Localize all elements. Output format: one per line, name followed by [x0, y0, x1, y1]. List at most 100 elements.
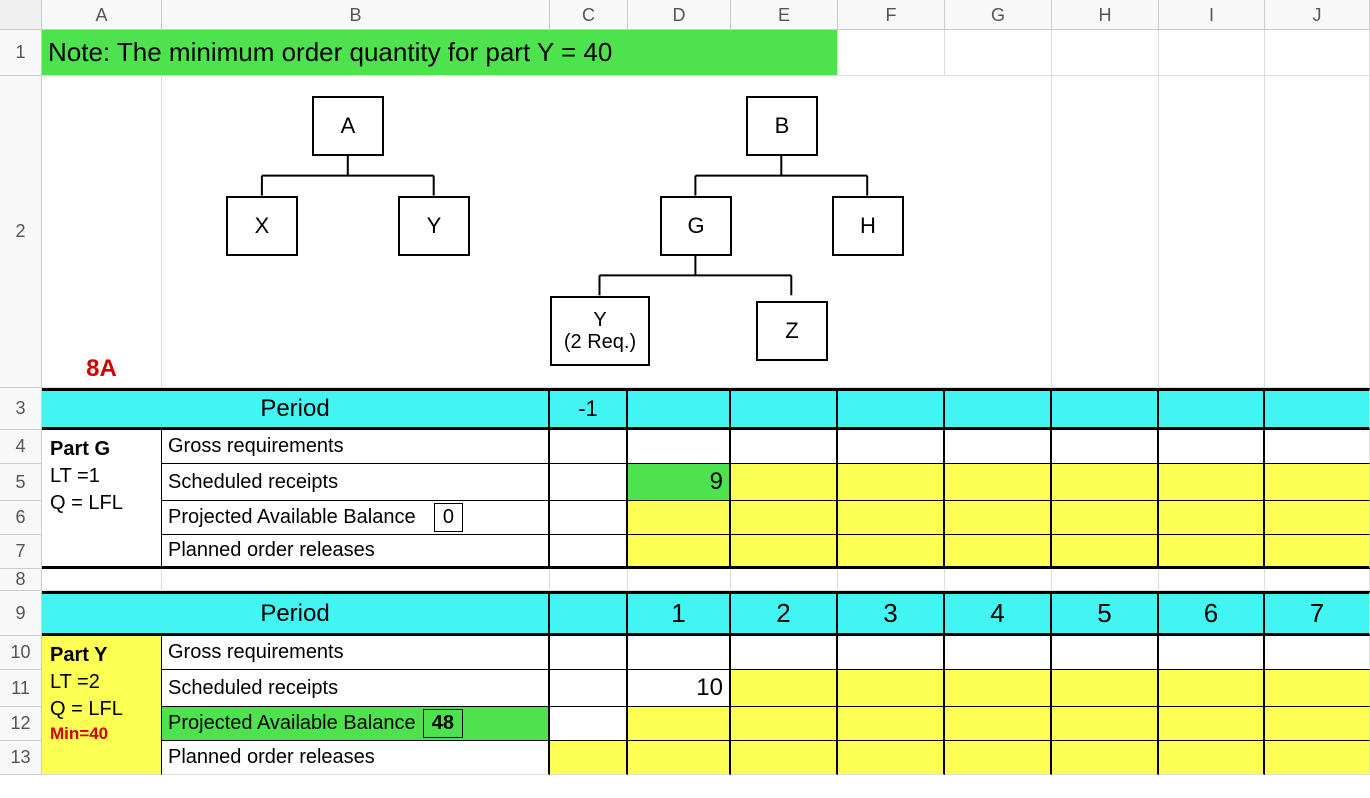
- tableY-proj-H[interactable]: [1052, 707, 1159, 741]
- tableG-proj-D[interactable]: [628, 501, 731, 535]
- partG-block[interactable]: Part G LT =1 Q = LFL: [42, 430, 162, 569]
- cell-F8[interactable]: [838, 569, 945, 591]
- tableG-gross-D[interactable]: [628, 430, 731, 464]
- tableY-plan-D[interactable]: [628, 741, 731, 775]
- tableY-proj-I[interactable]: [1159, 707, 1265, 741]
- tableY-gross-F[interactable]: [838, 636, 945, 670]
- tableG-plan-C[interactable]: [550, 535, 628, 569]
- tableG-gross-J[interactable]: [1265, 430, 1370, 464]
- tableY-period-1[interactable]: 1: [628, 591, 731, 636]
- cell-D8[interactable]: [628, 569, 731, 591]
- col-header-E[interactable]: E: [731, 0, 838, 30]
- tableG-plan-F[interactable]: [838, 535, 945, 569]
- tableY-plan-G[interactable]: [945, 741, 1052, 775]
- col-header-I[interactable]: I: [1159, 0, 1265, 30]
- tableY-plan-I[interactable]: [1159, 741, 1265, 775]
- tableG-gross-label[interactable]: Gross requirements: [162, 430, 550, 464]
- tableG-period-J[interactable]: [1265, 388, 1370, 430]
- tableY-gross-G[interactable]: [945, 636, 1052, 670]
- tableG-gross-H[interactable]: [1052, 430, 1159, 464]
- tableY-plan-J[interactable]: [1265, 741, 1370, 775]
- cell-B8[interactable]: [162, 569, 550, 591]
- tableY-proj-F[interactable]: [838, 707, 945, 741]
- tableY-period-2[interactable]: 2: [731, 591, 838, 636]
- row-header-4[interactable]: 4: [0, 430, 42, 464]
- tableG-period-G[interactable]: [945, 388, 1052, 430]
- tableY-plan-H[interactable]: [1052, 741, 1159, 775]
- tableG-sched-I[interactable]: [1159, 464, 1265, 501]
- cell-G1[interactable]: [945, 30, 1052, 76]
- tableG-period-D[interactable]: [628, 388, 731, 430]
- col-header-H[interactable]: H: [1052, 0, 1159, 30]
- row-header-3[interactable]: 3: [0, 388, 42, 430]
- tableG-period-I[interactable]: [1159, 388, 1265, 430]
- tableG-plan-H[interactable]: [1052, 535, 1159, 569]
- tableG-sched-H[interactable]: [1052, 464, 1159, 501]
- tableY-period-C[interactable]: [550, 591, 628, 636]
- tableG-sched-F[interactable]: [838, 464, 945, 501]
- tableG-sched-C[interactable]: [550, 464, 628, 501]
- tableG-plan-D[interactable]: [628, 535, 731, 569]
- tableG-period-F[interactable]: [838, 388, 945, 430]
- tableG-gross-F[interactable]: [838, 430, 945, 464]
- cell-I2[interactable]: [1159, 76, 1265, 388]
- row-header-11[interactable]: 11: [0, 670, 42, 707]
- tableY-proj-E[interactable]: [731, 707, 838, 741]
- row-header-7[interactable]: 7: [0, 535, 42, 569]
- tableY-sched-J[interactable]: [1265, 670, 1370, 707]
- tableY-period-7[interactable]: 7: [1265, 591, 1370, 636]
- col-header-C[interactable]: C: [550, 0, 628, 30]
- row-header-2[interactable]: 2: [0, 76, 42, 388]
- row-header-8[interactable]: 8: [0, 569, 42, 591]
- tableY-gross-H[interactable]: [1052, 636, 1159, 670]
- row-header-5[interactable]: 5: [0, 464, 42, 501]
- cell-H8[interactable]: [1052, 569, 1159, 591]
- cell-G8[interactable]: [945, 569, 1052, 591]
- tableG-sched-label[interactable]: Scheduled receipts: [162, 464, 550, 501]
- tableY-sched-G[interactable]: [945, 670, 1052, 707]
- tableG-sched-D[interactable]: 9: [628, 464, 731, 501]
- tableY-sched-H[interactable]: [1052, 670, 1159, 707]
- tableG-gross-E[interactable]: [731, 430, 838, 464]
- col-header-G[interactable]: G: [945, 0, 1052, 30]
- tableY-sched-E[interactable]: [731, 670, 838, 707]
- tableY-period-5[interactable]: 5: [1052, 591, 1159, 636]
- tableY-sched-label[interactable]: Scheduled receipts: [162, 670, 550, 707]
- cell-J8[interactable]: [1265, 569, 1370, 591]
- tableY-gross-E[interactable]: [731, 636, 838, 670]
- tableG-plan-J[interactable]: [1265, 535, 1370, 569]
- tableY-proj-label[interactable]: Projected Available Balance 48: [162, 707, 550, 741]
- tableY-proj-D[interactable]: [628, 707, 731, 741]
- tableY-proj-C[interactable]: [550, 707, 628, 741]
- cell-I1[interactable]: [1159, 30, 1265, 76]
- tableY-sched-F[interactable]: [838, 670, 945, 707]
- tableG-plan-label[interactable]: Planned order releases: [162, 535, 550, 569]
- tableG-gross-G[interactable]: [945, 430, 1052, 464]
- tableG-proj-F[interactable]: [838, 501, 945, 535]
- tableY-sched-I[interactable]: [1159, 670, 1265, 707]
- row-header-13[interactable]: 13: [0, 741, 42, 775]
- tableY-gross-J[interactable]: [1265, 636, 1370, 670]
- tableY-proj-J[interactable]: [1265, 707, 1370, 741]
- select-all-corner[interactable]: [0, 0, 42, 30]
- tableY-gross-I[interactable]: [1159, 636, 1265, 670]
- tableY-period-label[interactable]: Period: [42, 591, 550, 636]
- tableG-sched-J[interactable]: [1265, 464, 1370, 501]
- tableG-proj-C[interactable]: [550, 501, 628, 535]
- row-header-6[interactable]: 6: [0, 501, 42, 535]
- tableG-period-H[interactable]: [1052, 388, 1159, 430]
- col-header-J[interactable]: J: [1265, 0, 1370, 30]
- tableG-sched-E[interactable]: [731, 464, 838, 501]
- tableG-proj-E[interactable]: [731, 501, 838, 535]
- tableG-period-E[interactable]: [731, 388, 838, 430]
- tableG-proj-G[interactable]: [945, 501, 1052, 535]
- tableY-plan-C[interactable]: [550, 741, 628, 775]
- tableY-plan-F[interactable]: [838, 741, 945, 775]
- tableY-period-3[interactable]: 3: [838, 591, 945, 636]
- col-header-D[interactable]: D: [628, 0, 731, 30]
- cell-C8[interactable]: [550, 569, 628, 591]
- tableY-gross-C[interactable]: [550, 636, 628, 670]
- tableY-period-6[interactable]: 6: [1159, 591, 1265, 636]
- col-header-B[interactable]: B: [162, 0, 550, 30]
- tableY-plan-E[interactable]: [731, 741, 838, 775]
